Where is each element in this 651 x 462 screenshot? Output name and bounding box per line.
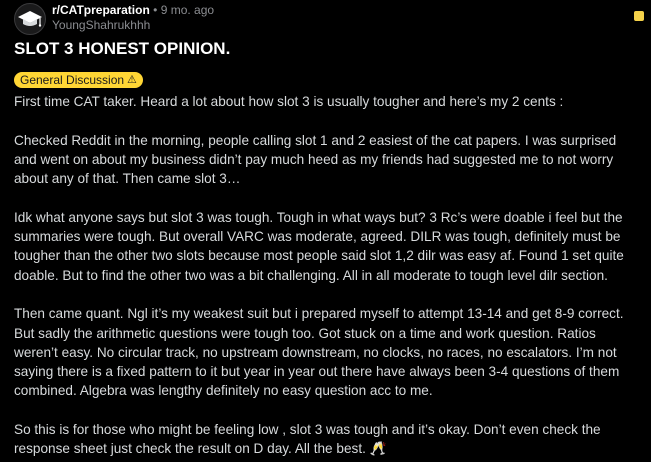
post-body: First time CAT taker. Heard a lot about … <box>14 92 638 462</box>
reddit-post: r/CATpreparation • 9 mo. ago YoungShahru… <box>0 0 651 462</box>
post-header: r/CATpreparation • 9 mo. ago YoungShahru… <box>14 0 644 38</box>
body-paragraph: So this is for those who might be feelin… <box>14 422 601 457</box>
meta-separator: • <box>153 3 158 17</box>
body-paragraph: First time CAT taker. Heard a lot about … <box>14 94 564 109</box>
body-paragraph: Idk what anyone says but slot 3 was toug… <box>14 209 624 283</box>
graduation-cap-icon <box>18 11 42 27</box>
subreddit-avatar[interactable] <box>14 3 46 35</box>
author-username[interactable]: YoungShahrukhhh <box>52 18 150 32</box>
post-title[interactable]: SLOT 3 HONEST OPINION. <box>14 38 230 60</box>
post-age: 9 mo. ago <box>160 3 215 17</box>
body-paragraph: Checked Reddit in the morning, people ca… <box>14 132 617 187</box>
yellow-square-icon[interactable] <box>634 11 644 21</box>
post-flair[interactable]: General Discussion ⚠ <box>14 72 143 88</box>
subreddit-meta-line: r/CATpreparation • 9 mo. ago <box>52 3 214 17</box>
body-paragraph: Then came quant. Ngl it’s my weakest sui… <box>14 306 624 399</box>
subreddit-name[interactable]: r/CATpreparation <box>52 3 150 17</box>
warning-icon: ⚠ <box>127 74 137 86</box>
flair-label: General Discussion <box>20 73 125 87</box>
